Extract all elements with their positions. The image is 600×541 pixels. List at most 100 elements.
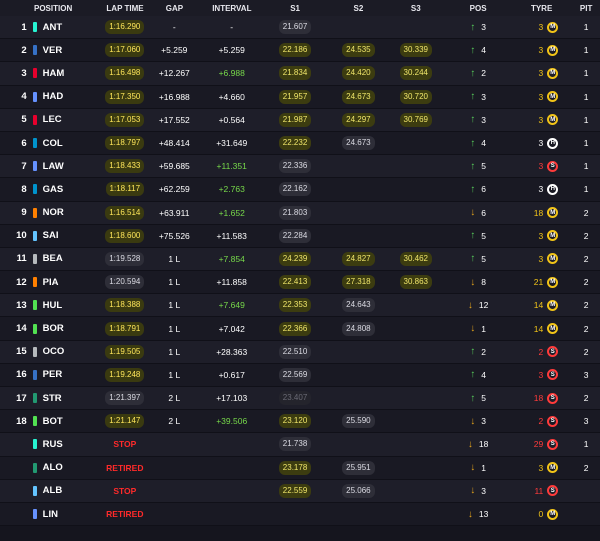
header-interval[interactable]: INTERVAL — [204, 4, 259, 13]
driver-code[interactable]: PER — [43, 369, 105, 380]
table-row[interactable]: 13 HUL 1:18.388 1 L +7.649 22.353 24.643… — [0, 294, 600, 318]
pos-delta: 1 — [481, 462, 486, 473]
s1-cell: 22.284 — [259, 228, 330, 243]
table-row[interactable]: 11 BEA 1:19.528 1 L +7.854 24.239 24.827… — [0, 247, 600, 272]
pit-stops: 1 — [583, 68, 589, 79]
pos-change: ↑ 3 — [445, 91, 510, 102]
table-row[interactable]: 7 LAW 1:18.433 +59.685 +11.351 22.336 ↑ … — [0, 155, 600, 179]
arrow-up-icon: ↑ — [470, 392, 476, 404]
header-s1[interactable]: S1 — [260, 4, 331, 13]
header-s2[interactable]: S2 — [331, 4, 386, 13]
table-row[interactable]: 17 STR 1:21.397 2 L +17.103 23.407 ↑ 5 1… — [0, 387, 600, 411]
driver-code[interactable]: PIA — [43, 277, 105, 288]
lap-time: STOP — [113, 485, 137, 496]
driver-code[interactable]: LEC — [43, 114, 105, 125]
header-s3[interactable]: S3 — [386, 4, 445, 13]
table-row[interactable]: 14 BOR 1:18.791 1 L +7.042 22.366 24.808… — [0, 317, 600, 341]
driver-code[interactable]: OCO — [43, 346, 105, 357]
tyre-age: 14 — [533, 323, 544, 334]
header-position[interactable]: POSITION — [0, 4, 105, 13]
table-row[interactable]: 16 PER 1:19.248 1 L +0.617 22.569 ↑ 4 3 … — [0, 363, 600, 387]
tyre-cell: 3 M — [511, 230, 573, 242]
driver-code[interactable]: LIN — [43, 509, 105, 520]
driver-code[interactable]: SAI — [43, 230, 105, 241]
table-row[interactable]: 1 ANT 1:16.290 - - 21.607 ↑ 3 3 M 1 — [0, 16, 600, 40]
tyre-age: 29 — [533, 439, 544, 450]
table-row[interactable]: 8 GAS 1:18.117 +62.259 +2.763 22.162 ↑ 6… — [0, 178, 600, 202]
table-row[interactable]: 3 HAM 1:16.498 +12.267 +6.988 21.834 24.… — [0, 62, 600, 86]
header-tyre[interactable]: TYRE — [511, 4, 573, 13]
pos-change: ↓ 6 — [445, 207, 510, 218]
header-row: POSITION LAP TIME GAP INTERVAL S1 S2 S3 … — [0, 0, 600, 16]
driver-code[interactable]: COL — [43, 138, 105, 149]
driver-code[interactable]: ANT — [43, 22, 105, 33]
gap: 1 L — [168, 323, 181, 334]
arrow-down-icon: ↓ — [470, 276, 476, 288]
driver-code[interactable]: HAD — [43, 91, 105, 102]
table-row[interactable]: 4 HAD 1:17.350 +16.988 +4.660 21.957 24.… — [0, 85, 600, 109]
driver-code[interactable]: ALO — [43, 462, 105, 473]
driver-code[interactable]: RUS — [43, 439, 105, 450]
arrow-down-icon: ↓ — [467, 508, 473, 520]
arrow-down-icon: ↓ — [467, 438, 473, 450]
table-row[interactable]: RUS STOP 21.738 ↓ 18 29 S 1 — [0, 433, 600, 457]
sector-1: 22.336 — [278, 159, 312, 174]
driver-code[interactable]: BEA — [43, 253, 105, 264]
pos-delta: 18 — [478, 439, 489, 450]
table-row[interactable]: 15 OCO 1:19.505 1 L +28.363 22.510 ↑ 2 2… — [0, 340, 600, 364]
gap: +59.685 — [158, 161, 190, 172]
header-pos[interactable]: POS — [445, 4, 510, 13]
sector-2: 25.951 — [342, 460, 375, 475]
s1-cell: 22.186 — [259, 43, 330, 58]
position: 4 — [21, 91, 27, 103]
table-row[interactable]: LIN RETIRED ↓ 13 0 M — [0, 502, 600, 527]
table-row[interactable]: 2 VER 1:17.060 +5.259 +5.259 22.186 24.5… — [0, 39, 600, 63]
position: 16 — [16, 369, 27, 381]
arrow-up-icon: ↑ — [470, 67, 476, 79]
pos-delta: 4 — [481, 138, 486, 149]
table-row[interactable]: 6 COL 1:18.797 +48.414 +31.649 22.232 24… — [0, 131, 600, 156]
lap-time-cell: 1:17.350 — [105, 89, 145, 104]
driver-code[interactable]: VER — [43, 45, 105, 56]
header-gap[interactable]: GAP — [145, 4, 204, 13]
driver-code[interactable]: BOR — [43, 323, 105, 334]
driver-code[interactable]: HUL — [43, 300, 105, 311]
interval-cell: +7.854 — [204, 254, 259, 264]
driver-code[interactable]: GAS — [43, 184, 105, 195]
driver-code[interactable]: STR — [43, 393, 105, 404]
team-color-bar — [32, 91, 37, 102]
header-lap-time[interactable]: LAP TIME — [105, 4, 145, 13]
gap: +16.988 — [158, 91, 190, 102]
s1-cell: 22.510 — [259, 344, 330, 359]
position: 5 — [21, 114, 27, 126]
tyre-compound-icon: S — [547, 160, 559, 172]
driver-code[interactable]: BOT — [43, 416, 105, 427]
table-row[interactable]: 12 PIA 1:20.594 1 L +11.858 22.413 27.31… — [0, 271, 600, 295]
s1-cell: 21.987 — [259, 112, 330, 127]
tyre-cell: 14 M — [511, 299, 573, 311]
lap-time-cell: STOP — [105, 439, 145, 449]
table-row[interactable]: 5 LEC 1:17.053 +17.552 +0.564 21.987 24.… — [0, 108, 600, 132]
table-row[interactable]: ALO RETIRED 23.178 25.951 ↓ 1 3 M 2 — [0, 456, 600, 480]
arrow-up-icon: ↑ — [470, 21, 476, 33]
table-row[interactable]: 18 BOT 1:21.147 2 L +39.506 23.120 25.59… — [0, 410, 600, 434]
s2-cell: 24.673 — [331, 89, 386, 104]
tyre-compound-icon: M — [547, 253, 559, 265]
header-pit[interactable]: PIT — [572, 4, 600, 13]
driver-code[interactable]: LAW — [43, 161, 105, 172]
driver-code[interactable]: HAM — [43, 68, 105, 79]
interval: +11.351 — [216, 161, 247, 172]
s2-cell: 24.297 — [331, 112, 386, 127]
s1-cell: 21.957 — [259, 89, 330, 104]
table-row[interactable]: ALB STOP 22.559 25.066 ↓ 3 11 S — [0, 479, 600, 503]
driver-code[interactable]: ALB — [43, 485, 105, 496]
gap: - — [172, 22, 176, 33]
table-row[interactable]: 9 NOR 1:16.514 +63.911 +1.652 21.803 ↓ 6… — [0, 201, 600, 225]
position: 18 — [16, 415, 27, 427]
arrow-up-icon: ↑ — [470, 114, 476, 126]
tyre-compound-icon: M — [547, 323, 559, 335]
driver-code[interactable]: NOR — [43, 207, 105, 218]
table-row[interactable]: 10 SAI 1:18.600 +75.526 +11.583 22.284 ↑… — [0, 224, 600, 248]
interval-cell: +31.649 — [204, 138, 259, 148]
arrow-up-icon: ↑ — [470, 346, 476, 358]
